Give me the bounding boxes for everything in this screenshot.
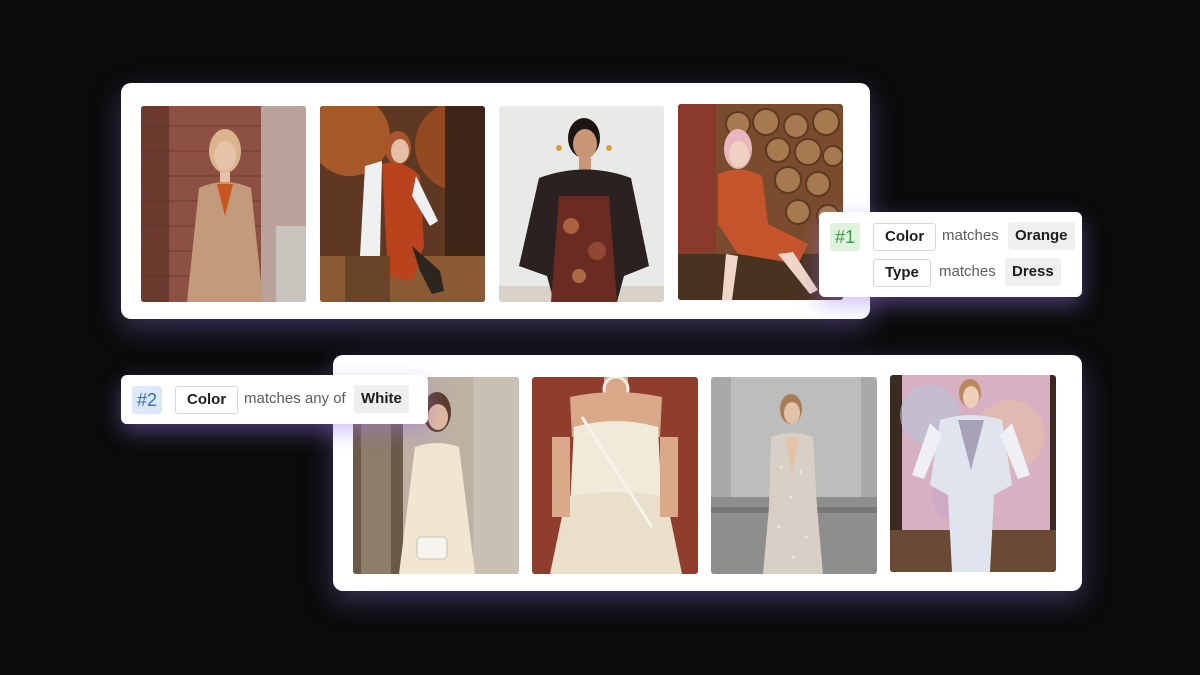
operator-label: matches [942,227,999,244]
field-chip-color[interactable]: Color [175,386,239,414]
operator-label: matches [939,263,996,280]
product-image[interactable] [320,106,485,302]
field-chip-color[interactable]: Color [873,223,937,251]
field-chip-type[interactable]: Type [873,259,931,287]
rule-card-2[interactable]: #2 Color matches any of White [121,375,428,424]
result-panel-rule-1 [121,83,870,319]
value-chip-dress[interactable]: Dress [1005,258,1061,286]
product-image[interactable] [141,106,306,302]
rule-number-badge: #2 [132,386,163,414]
product-image[interactable] [890,375,1056,572]
rule-card-1[interactable]: #1 Color matches Orange Type matches Dre… [819,212,1082,297]
canvas: #1 Color matches Orange Type matches Dre… [0,0,1200,675]
operator-label: matches any of [244,390,346,407]
product-image[interactable] [711,377,877,574]
rule-number-badge: #1 [830,223,861,251]
result-panel-rule-2 [333,355,1082,591]
product-image[interactable] [499,106,664,302]
value-chip-white[interactable]: White [354,385,409,413]
product-image[interactable] [532,377,698,574]
value-chip-orange[interactable]: Orange [1008,222,1075,250]
